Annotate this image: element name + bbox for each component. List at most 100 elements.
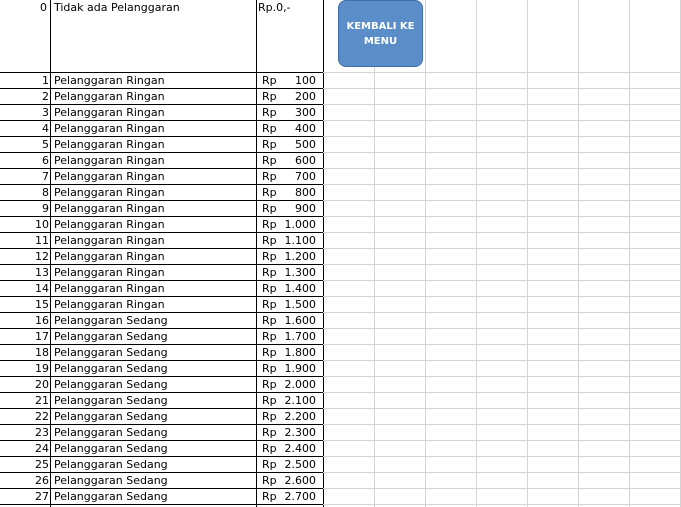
row-number-cell[interactable]: 14 xyxy=(0,281,49,296)
row-number-cell[interactable]: 22 xyxy=(0,409,49,424)
table-border xyxy=(50,0,51,507)
violation-label-cell[interactable]: Pelanggaran Sedang xyxy=(54,425,168,440)
fine-amount-cell[interactable]: 2.100 xyxy=(270,393,317,408)
violation-label-cell[interactable]: Pelanggaran Sedang xyxy=(54,393,168,408)
grid-line xyxy=(323,216,681,217)
row-number-cell[interactable]: 21 xyxy=(0,393,49,408)
grid-line xyxy=(323,232,681,233)
back-to-menu-button[interactable]: KEMBALI KE MENU xyxy=(338,0,423,67)
row-number-cell[interactable]: 18 xyxy=(0,345,49,360)
row-number-cell[interactable]: 8 xyxy=(0,185,49,200)
fine-amount-cell[interactable]: 1.200 xyxy=(270,249,317,264)
row-number-cell[interactable]: 12 xyxy=(0,249,49,264)
row-number-cell[interactable]: 20 xyxy=(0,377,49,392)
top-row-number[interactable]: 0 xyxy=(0,0,47,15)
violation-label-cell[interactable]: Pelanggaran Ringan xyxy=(54,105,165,120)
row-number-cell[interactable]: 16 xyxy=(0,313,49,328)
grid-line xyxy=(323,296,681,297)
row-number-cell[interactable]: 23 xyxy=(0,425,49,440)
spreadsheet-grid: 0 Tidak ada Pelanggaran Rp.0,- 1 Pelangga… xyxy=(0,0,681,507)
fine-amount-cell[interactable]: 500 xyxy=(270,137,316,152)
fine-amount-cell[interactable]: 2.200 xyxy=(270,409,317,424)
grid-line xyxy=(323,120,681,121)
row-number-cell[interactable]: 25 xyxy=(0,457,49,472)
violation-label-cell[interactable]: Pelanggaran Ringan xyxy=(54,137,165,152)
grid-line xyxy=(323,152,681,153)
grid-line xyxy=(323,168,681,169)
row-number-cell[interactable]: 3 xyxy=(0,105,49,120)
fine-amount-cell[interactable]: 2.700 xyxy=(270,489,317,504)
violation-label-cell[interactable]: Pelanggaran Sedang xyxy=(54,441,168,456)
fine-amount-cell[interactable]: 900 xyxy=(270,201,316,216)
fine-amount-cell[interactable]: 1.100 xyxy=(270,233,317,248)
fine-amount-cell[interactable]: 2.300 xyxy=(270,425,317,440)
violation-label-cell[interactable]: Pelanggaran Sedang xyxy=(54,409,168,424)
violation-label-cell[interactable]: Pelanggaran Sedang xyxy=(54,377,168,392)
violation-label-cell[interactable]: Pelanggaran Ringan xyxy=(54,185,165,200)
violation-label-cell[interactable]: Pelanggaran Sedang xyxy=(54,329,168,344)
row-number-cell[interactable]: 19 xyxy=(0,361,49,376)
fine-amount-cell[interactable]: 2.600 xyxy=(270,473,317,488)
violation-label-cell[interactable]: Pelanggaran Ringan xyxy=(54,169,165,184)
violation-label-cell[interactable]: Pelanggaran Sedang xyxy=(54,457,168,472)
violation-label-cell[interactable]: Pelanggaran Ringan xyxy=(54,217,165,232)
row-number-cell[interactable]: 15 xyxy=(0,297,49,312)
fine-amount-cell[interactable]: 200 xyxy=(270,89,316,104)
fine-amount-cell[interactable]: 1.900 xyxy=(270,361,317,376)
fine-amount-cell[interactable]: 300 xyxy=(270,105,316,120)
row-number-cell[interactable]: 17 xyxy=(0,329,49,344)
row-number-cell[interactable]: 1 xyxy=(0,73,49,88)
row-number-cell[interactable]: 26 xyxy=(0,473,49,488)
grid-line xyxy=(323,424,681,425)
row-number-cell[interactable]: 24 xyxy=(0,441,49,456)
fine-amount-cell[interactable]: 1.000 xyxy=(270,217,317,232)
row-number-cell[interactable]: 5 xyxy=(0,137,49,152)
grid-line xyxy=(629,0,630,507)
fine-amount-cell[interactable]: 800 xyxy=(270,185,316,200)
violation-label-cell[interactable]: Pelanggaran Ringan xyxy=(54,201,165,216)
fine-amount-cell[interactable]: 1.500 xyxy=(270,297,317,312)
row-number-cell[interactable]: 2 xyxy=(0,89,49,104)
fine-amount-cell[interactable]: 1.800 xyxy=(270,345,317,360)
fine-amount-cell[interactable]: 1.700 xyxy=(270,329,317,344)
violation-label-cell[interactable]: Pelanggaran Sedang xyxy=(54,489,168,504)
violation-label-cell[interactable]: Pelanggaran Ringan xyxy=(54,89,165,104)
row-number-cell[interactable]: 10 xyxy=(0,217,49,232)
grid-line xyxy=(323,344,681,345)
grid-line xyxy=(323,376,681,377)
fine-amount-cell[interactable]: 400 xyxy=(270,121,316,136)
row-number-cell[interactable]: 4 xyxy=(0,121,49,136)
fine-amount-cell[interactable]: 1.600 xyxy=(270,313,317,328)
fine-amount-cell[interactable]: 2.000 xyxy=(270,377,317,392)
violation-label-cell[interactable]: Pelanggaran Ringan xyxy=(54,153,165,168)
violation-label-cell[interactable]: Pelanggaran Ringan xyxy=(54,281,165,296)
violation-label-cell[interactable]: Pelanggaran Ringan xyxy=(54,73,165,88)
top-row-label[interactable]: Tidak ada Pelanggaran xyxy=(54,0,180,15)
fine-amount-cell[interactable]: 2.400 xyxy=(270,441,317,456)
row-number-cell[interactable]: 9 xyxy=(0,201,49,216)
grid-line xyxy=(323,360,681,361)
row-number-cell[interactable]: 6 xyxy=(0,153,49,168)
fine-amount-cell[interactable]: 2.500 xyxy=(270,457,317,472)
table-border xyxy=(323,0,324,507)
fine-amount-cell[interactable]: 700 xyxy=(270,169,316,184)
violation-label-cell[interactable]: Pelanggaran Sedang xyxy=(54,313,168,328)
grid-line xyxy=(323,488,681,489)
violation-label-cell[interactable]: Pelanggaran Sedang xyxy=(54,361,168,376)
fine-amount-cell[interactable]: 1.300 xyxy=(270,265,317,280)
fine-amount-cell[interactable]: 100 xyxy=(270,73,316,88)
violation-label-cell[interactable]: Pelanggaran Ringan xyxy=(54,233,165,248)
row-number-cell[interactable]: 7 xyxy=(0,169,49,184)
violation-label-cell[interactable]: Pelanggaran Sedang xyxy=(54,345,168,360)
row-number-cell[interactable]: 11 xyxy=(0,233,49,248)
violation-label-cell[interactable]: Pelanggaran Ringan xyxy=(54,121,165,136)
fine-amount-cell[interactable]: 600 xyxy=(270,153,316,168)
row-number-cell[interactable]: 13 xyxy=(0,265,49,280)
violation-label-cell[interactable]: Pelanggaran Ringan xyxy=(54,265,165,280)
violation-label-cell[interactable]: Pelanggaran Ringan xyxy=(54,297,165,312)
row-number-cell[interactable]: 27 xyxy=(0,489,49,504)
fine-amount-cell[interactable]: 1.400 xyxy=(270,281,317,296)
violation-label-cell[interactable]: Pelanggaran Ringan xyxy=(54,249,165,264)
violation-label-cell[interactable]: Pelanggaran Sedang xyxy=(54,473,168,488)
top-row-fine[interactable]: Rp.0,- xyxy=(258,0,291,15)
